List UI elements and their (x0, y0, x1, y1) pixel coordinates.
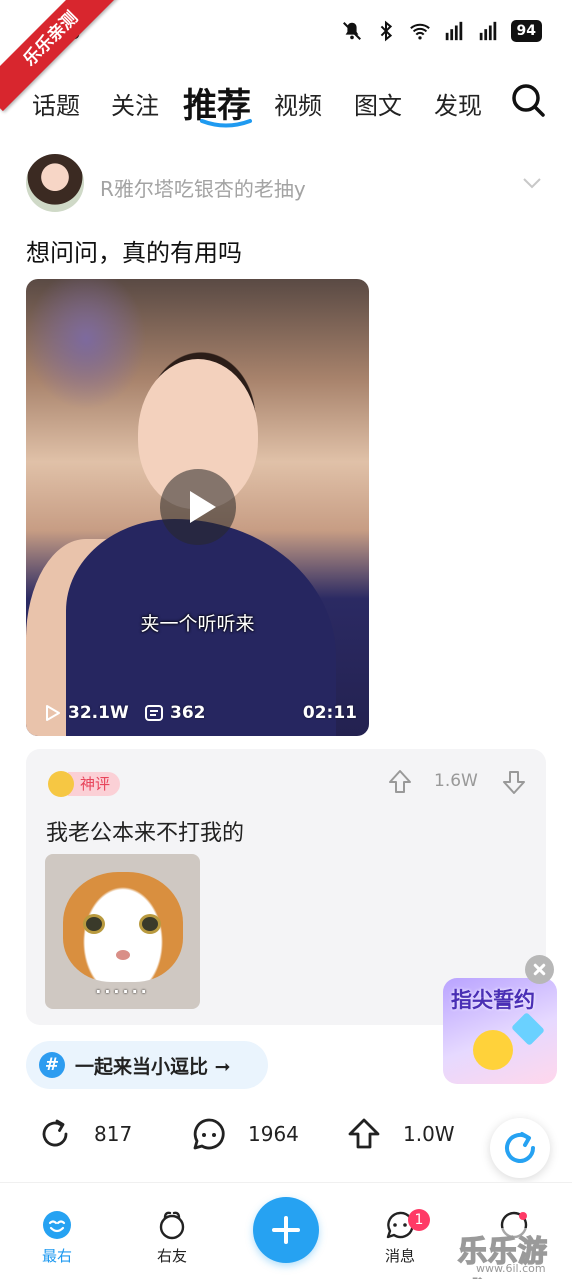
watermark: 乐乐游戏 www.6il.com (456, 1228, 572, 1279)
chevron-down-icon[interactable] (522, 176, 542, 190)
topic-chip[interactable]: # 一起来当小逗比 ➞ (26, 1041, 268, 1089)
floating-ad-mascot (473, 1030, 513, 1070)
video-comments: 362 (144, 703, 206, 723)
comment-count: 1964 (248, 1122, 299, 1146)
publish-button[interactable] (253, 1197, 319, 1263)
close-icon[interactable] (525, 955, 554, 984)
cat-eye (83, 914, 105, 934)
upvote-icon[interactable] (388, 769, 412, 795)
wifi-icon (409, 23, 430, 40)
author-name[interactable]: R雅尔塔吃银杏的老抽y (100, 173, 306, 202)
tab-video[interactable]: 视频 (274, 86, 322, 121)
floating-ad[interactable]: 指尖誓约 (443, 978, 557, 1084)
search-icon[interactable] (510, 82, 546, 118)
tab-discover[interactable]: 发现 (434, 86, 482, 121)
tab-following[interactable]: 关注 (111, 86, 159, 121)
post-title[interactable]: 想问问，真的有用吗 (26, 233, 242, 268)
video-player[interactable]: 夹一个听听来 32.1W 362 02:11 (26, 279, 369, 736)
cat-eye (139, 914, 161, 934)
god-comment-text: 我老公本来不打我的 (46, 821, 245, 846)
share-count: 817 (94, 1122, 133, 1146)
video-plays: 32.1W (42, 703, 129, 723)
thumb-up-arrow-icon (348, 1118, 380, 1149)
signal-5g-icon (479, 21, 496, 41)
nav-messages-label: 消息 (384, 1247, 415, 1265)
play-icon (190, 491, 216, 523)
cat-nose (116, 950, 130, 960)
play-outline-icon (46, 705, 60, 721)
share-icon (42, 1119, 68, 1147)
god-comment-likes: 1.6W (434, 771, 478, 791)
floating-ad-gem (511, 1012, 545, 1046)
status-icons: 94 (341, 20, 542, 42)
play-button[interactable] (160, 469, 236, 545)
cat-head (63, 872, 183, 982)
god-comment-label: 神评 (68, 772, 121, 796)
bluetooth-icon (380, 20, 392, 42)
message-badge: 1 (408, 1209, 430, 1231)
video-stats: 32.1W 362 02:11 (42, 703, 357, 727)
nav-friends[interactable]: 右友 (142, 1209, 202, 1266)
video-play-count: 32.1W (68, 703, 129, 723)
home-logo-icon (43, 1211, 71, 1239)
comment-image[interactable]: ...... (45, 854, 200, 1009)
nav-friends-label: 右友 (156, 1247, 187, 1265)
refresh-button[interactable] (490, 1118, 550, 1178)
video-duration: 02:11 (302, 703, 357, 723)
tab-topics[interactable]: 话题 (32, 86, 80, 121)
like-button[interactable]: 1.0W (347, 1110, 455, 1158)
active-tab-indicator (200, 119, 252, 128)
battery-indicator: 94 (510, 20, 542, 42)
nav-home-label: 最右 (41, 1247, 72, 1265)
action-row: 817 1964 1.0W (0, 1110, 572, 1158)
hashtag-icon: # (39, 1052, 65, 1078)
comment-image-caption: ...... (95, 978, 150, 997)
mute-bell-icon (342, 22, 361, 40)
comment-icon (193, 1118, 225, 1150)
god-comment-badge: 神评 (48, 771, 121, 797)
share-button[interactable]: 817 (38, 1110, 132, 1158)
refresh-icon (505, 1132, 535, 1163)
comment-button[interactable]: 1964 (192, 1110, 299, 1158)
like-count: 1.0W (403, 1122, 455, 1146)
danmaku-icon (145, 705, 163, 721)
video-comment-count: 362 (170, 703, 206, 723)
tab-image-text[interactable]: 图文 (354, 86, 402, 121)
floating-ad-title: 指尖誓约 (451, 988, 535, 1012)
friends-icon (159, 1211, 185, 1240)
smirk-emoji-icon (48, 771, 74, 797)
nav-home[interactable]: 最右 (27, 1209, 87, 1266)
author-avatar[interactable] (26, 154, 84, 212)
topic-label: 一起来当小逗比 ➞ (75, 1055, 231, 1078)
downvote-icon[interactable] (502, 769, 526, 795)
video-subtitle: 夹一个听听来 (140, 613, 255, 635)
signal-5g-icon (445, 21, 462, 41)
watermark-url: www.6il.com (476, 1262, 546, 1275)
top-nav: 话题 关注 推荐 视频 图文 发现 (0, 72, 572, 132)
